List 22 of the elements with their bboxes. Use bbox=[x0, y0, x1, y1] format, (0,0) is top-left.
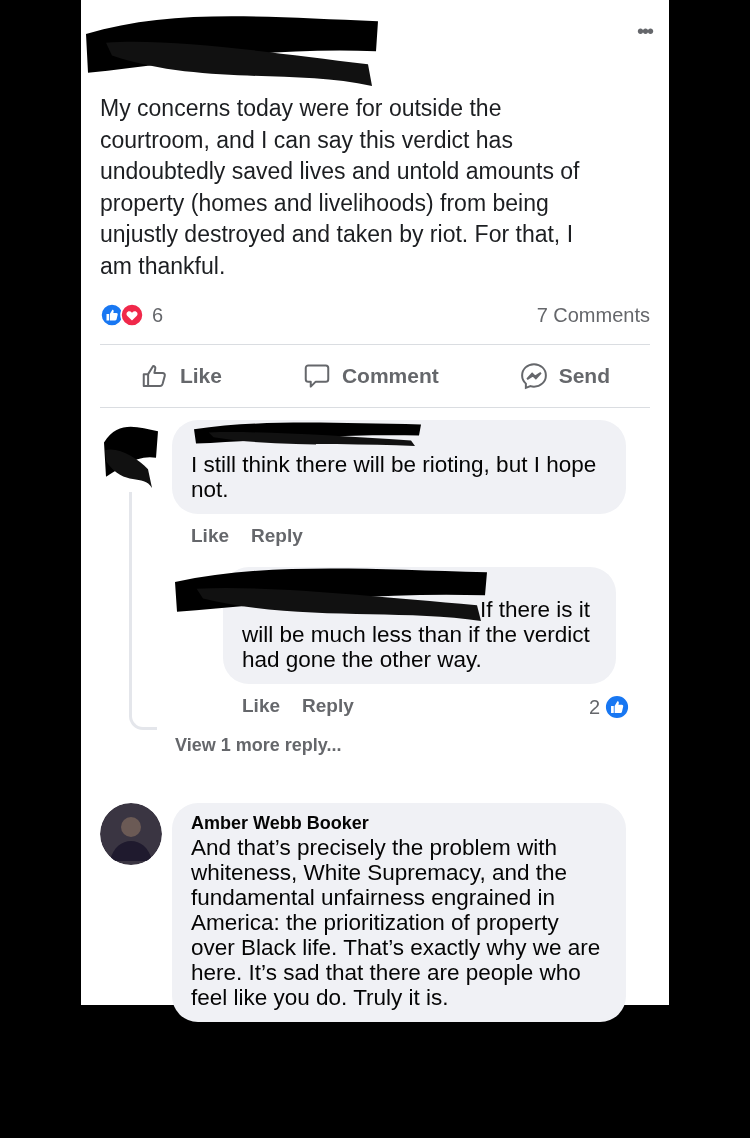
comment-text: And that’s precisely the problem with whiteness, White Supremacy, and the fundamental unfairness engrained in America: the prioritization of property over Black life. That’s exactly why we are here. It’s sad that there are people who feel like you do. Truly it is. bbox=[191, 834, 602, 1010]
comment-action-link[interactable]: Like bbox=[191, 522, 230, 551]
reaction-count[interactable]: 6 bbox=[152, 300, 164, 330]
post-text: My concerns today were for outside the courtroom, and I can say this verdict has undoubtedly saved lives and untold amounts of property (homes and livelihoods) from being unjustly destroyed and taken by riot. For that, I am thankful. bbox=[100, 94, 580, 281]
comment-action-link[interactable]: Like bbox=[242, 692, 281, 721]
like-button[interactable]: Like bbox=[139, 360, 222, 392]
reply-text: If there is it will be much less than if the verdict had gone the other way. bbox=[242, 596, 592, 672]
send-button[interactable]: Send bbox=[518, 360, 610, 392]
like-count-icon bbox=[604, 693, 630, 720]
comment-action-link[interactable]: Reply bbox=[251, 522, 303, 551]
view-more-replies-link[interactable]: View 1 more reply... bbox=[175, 731, 342, 759]
more-options-button[interactable]: ••• bbox=[637, 16, 652, 44]
comments-count-link[interactable]: 7 Comments bbox=[536, 300, 650, 330]
heart-reaction-icon bbox=[120, 303, 144, 327]
comment-button[interactable]: Comment bbox=[301, 360, 439, 392]
reply-like-count[interactable]: 2 bbox=[588, 691, 600, 722]
messenger-icon bbox=[518, 361, 549, 391]
commenter-name[interactable]: Amber Webb Booker bbox=[191, 810, 607, 835]
avatar[interactable] bbox=[100, 802, 162, 865]
comment-text: I still think there will be rioting, but I hope not. bbox=[191, 452, 598, 502]
comment-action-link[interactable]: Reply bbox=[302, 692, 354, 721]
like-reaction-icon bbox=[100, 303, 124, 327]
